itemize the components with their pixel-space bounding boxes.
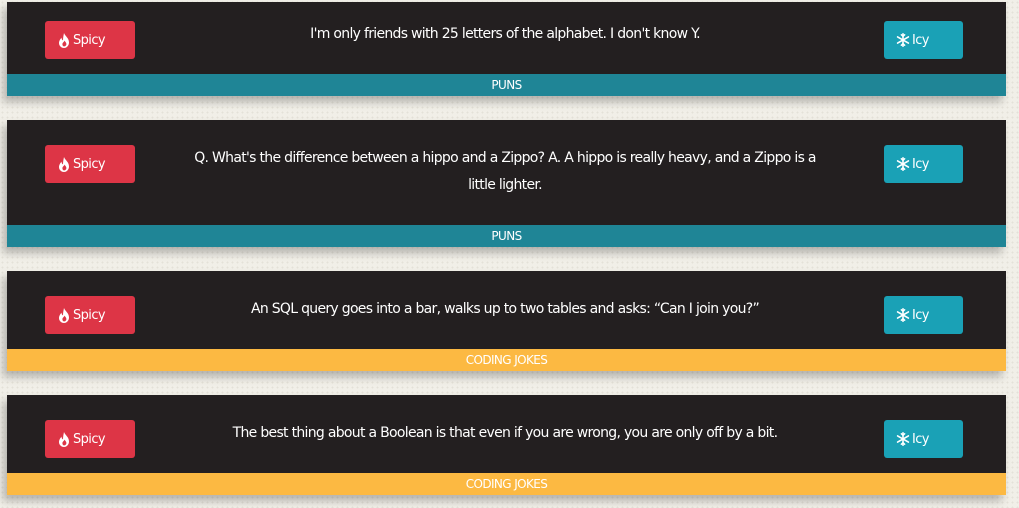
- joke-text: The best thing about a Boolean is that e…: [232, 425, 778, 441]
- snowflake-icon: [896, 307, 910, 323]
- joke-text: I'm only friends with 25 letters of the …: [310, 26, 700, 42]
- spicy-button[interactable]: Spicy: [45, 296, 135, 334]
- joke-card: Spicy Q. What's the difference between a…: [7, 120, 1006, 247]
- joke-card: Spicy An SQL query goes into a bar, walk…: [7, 271, 1006, 371]
- category-tag: PUNS: [7, 225, 1006, 247]
- flame-icon: [57, 431, 71, 447]
- spicy-button-label: Spicy: [73, 32, 106, 48]
- joke-card: Spicy I'm only friends with 25 letters o…: [7, 2, 1006, 96]
- spicy-button[interactable]: Spicy: [45, 420, 135, 458]
- icy-button-label: Icy: [912, 156, 929, 172]
- snowflake-icon: [896, 431, 910, 447]
- icy-button-label: Icy: [912, 431, 929, 447]
- spicy-button-label: Spicy: [73, 156, 106, 172]
- icy-button-label: Icy: [912, 32, 929, 48]
- icy-button[interactable]: Icy: [884, 296, 963, 334]
- flame-icon: [57, 307, 71, 323]
- flame-icon: [57, 156, 71, 172]
- snowflake-icon: [896, 156, 910, 172]
- category-tag: PUNS: [7, 74, 1006, 96]
- category-tag: CODING JOKES: [7, 473, 1006, 495]
- spicy-button-label: Spicy: [73, 307, 106, 323]
- spicy-button[interactable]: Spicy: [45, 21, 135, 59]
- spicy-button[interactable]: Spicy: [45, 145, 135, 183]
- icy-button[interactable]: Icy: [884, 145, 963, 183]
- flame-icon: [57, 32, 71, 48]
- category-tag: CODING JOKES: [7, 349, 1006, 371]
- joke-text: Q. What's the difference between a hippo…: [194, 150, 816, 193]
- icy-button[interactable]: Icy: [884, 420, 963, 458]
- icy-button[interactable]: Icy: [884, 21, 963, 59]
- joke-text: An SQL query goes into a bar, walks up t…: [250, 301, 760, 317]
- spicy-button-label: Spicy: [73, 431, 106, 447]
- joke-card: Spicy The best thing about a Boolean is …: [7, 395, 1006, 495]
- icy-button-label: Icy: [912, 307, 929, 323]
- snowflake-icon: [896, 32, 910, 48]
